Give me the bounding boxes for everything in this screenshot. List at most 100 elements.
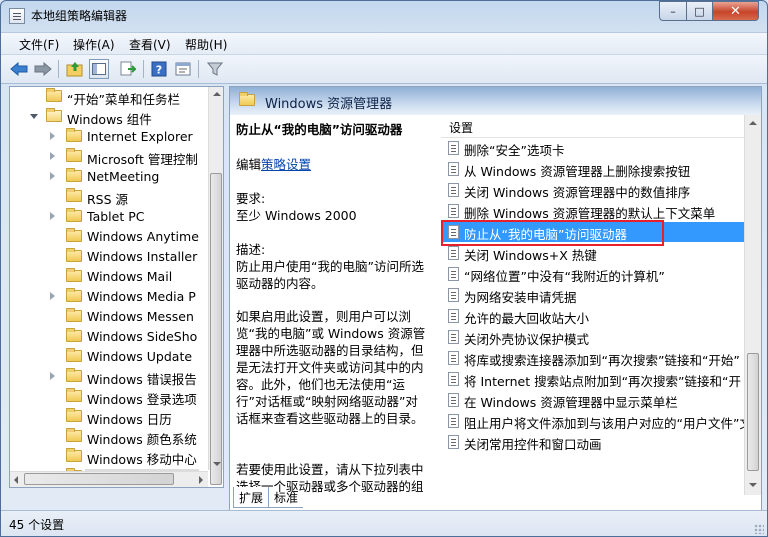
maximize-button[interactable]: □	[686, 1, 713, 21]
collapsed-arrow-icon[interactable]	[50, 132, 55, 140]
title-bar[interactable]: 本地组策略编辑器 – □ ✕	[1, 1, 767, 31]
setting-row[interactable]: “网络位置”中没有“我附近的计算机”	[441, 264, 744, 284]
policy-setting-icon	[448, 267, 459, 281]
tree-item[interactable]: RSS 源	[10, 187, 210, 207]
list-vertical-scrollbar[interactable]	[744, 115, 761, 495]
setting-label: 允许的最大回收站大小	[464, 311, 590, 326]
folder-icon	[66, 168, 82, 182]
scroll-up-arrow-icon[interactable]	[749, 121, 757, 125]
setting-row[interactable]: 将 Internet 搜索站点附加到“再次搜索”链接和“开	[441, 369, 744, 389]
setting-row[interactable]: 删除 Windows 资源管理器的默认上下文菜单	[441, 201, 744, 221]
edit-prefix: 编辑	[236, 157, 262, 172]
scroll-down-arrow-icon[interactable]	[749, 483, 757, 487]
setting-row[interactable]: 允许的最大回收站大小	[441, 306, 744, 326]
menu-view[interactable]: 查看(V)	[129, 36, 171, 53]
menu-file[interactable]: 文件(F)	[19, 36, 59, 53]
tab-extended[interactable]: 扩展	[233, 487, 269, 508]
folder-icon	[66, 408, 82, 422]
menu-action[interactable]: 操作(A)	[73, 36, 115, 53]
column-header-setting[interactable]: 设置	[441, 115, 761, 138]
policy-setting-icon	[448, 309, 459, 323]
navigation-tree[interactable]: “开始”菜单和任务栏 Windows 组件 Internet Explorer Mic…	[9, 86, 224, 488]
tree-item[interactable]: Windows Media P	[10, 287, 210, 307]
setting-row[interactable]: 将库或搜索连接器添加到“再次搜索”链接和“开始”	[441, 348, 744, 368]
policy-setting-icon	[448, 141, 459, 155]
collapsed-arrow-icon[interactable]	[50, 292, 55, 300]
menu-help[interactable]: 帮助(H)	[185, 36, 227, 53]
policy-setting-icon	[448, 288, 459, 302]
tree-vertical-scrollbar[interactable]	[208, 87, 223, 485]
tree-item[interactable]: Windows Anytime	[10, 227, 210, 247]
tree-horizontal-scrollbar[interactable]	[10, 471, 208, 487]
expanded-arrow-icon[interactable]	[30, 114, 38, 119]
back-arrow-icon	[10, 62, 28, 76]
settings-list[interactable]: 设置 删除“安全”选项卡从 Windows 资源管理器上删除搜索按钮 关闭 Win…	[441, 115, 761, 495]
filter-button[interactable]	[205, 59, 225, 79]
tree-item[interactable]: Windows Messen	[10, 307, 210, 327]
tree-hscroll-thumb[interactable]	[24, 473, 174, 485]
tree-item[interactable]: Windows Installer	[10, 247, 210, 267]
minimize-button[interactable]: –	[659, 1, 687, 21]
collapsed-arrow-icon[interactable]	[50, 212, 55, 220]
scroll-right-arrow-icon[interactable]	[199, 476, 203, 484]
list-scroll-thumb[interactable]	[747, 353, 759, 471]
tree-item[interactable]: Internet Explorer	[10, 127, 210, 147]
scroll-down-arrow-icon[interactable]	[213, 462, 221, 466]
tree-item[interactable]: Windows SideSho	[10, 327, 210, 347]
window-title: 本地组策略编辑器	[31, 9, 128, 23]
folder-icon	[66, 368, 82, 382]
scroll-left-arrow-icon[interactable]	[14, 476, 18, 484]
tree-item[interactable]: Windows Update	[10, 347, 210, 367]
tree-item[interactable]: “开始”菜单和任务栏	[10, 87, 210, 107]
tab-standard[interactable]: 标准	[269, 487, 303, 508]
scroll-up-arrow-icon[interactable]	[213, 92, 221, 96]
setting-label: 删除“安全”选项卡	[464, 143, 565, 158]
show-hide-tree-button[interactable]	[89, 59, 109, 79]
back-button[interactable]	[9, 59, 29, 79]
collapsed-arrow-icon[interactable]	[50, 152, 55, 160]
tree-item-label: Windows Update	[87, 349, 193, 364]
folder-icon	[66, 288, 82, 302]
up-one-level-button[interactable]	[65, 59, 85, 79]
show-hide-tree-icon	[92, 63, 106, 75]
tree-item[interactable]: NetMeeting	[10, 167, 210, 187]
setting-row[interactable]: 关闭 Windows+X 热键	[441, 243, 744, 263]
close-button[interactable]: ✕	[712, 1, 759, 21]
tree-item[interactable]: Windows 移动中心	[10, 447, 210, 467]
setting-row[interactable]: 从 Windows 资源管理器上删除搜索按钮	[441, 159, 744, 179]
tree-item[interactable]: Windows 组件	[10, 107, 210, 127]
setting-row[interactable]: 关闭外壳协议保护模式	[441, 327, 744, 347]
setting-label: 关闭常用控件和窗口动画	[464, 437, 602, 452]
settings-count: 45 个设置	[9, 518, 65, 532]
tree-item[interactable]: Windows 错误报告	[10, 367, 210, 387]
tree-item[interactable]: Windows 颜色系统	[10, 427, 210, 447]
tree-item[interactable]: Windows 日历	[10, 407, 210, 427]
setting-row[interactable]: 阻止用户将文件添加到与该用户对应的“用户文件”文	[441, 411, 752, 431]
edit-policy-link[interactable]: 策略设置	[261, 157, 311, 172]
setting-row[interactable]: 关闭 Windows 资源管理器中的数值排序	[441, 180, 744, 200]
setting-row[interactable]: 删除“安全”选项卡	[441, 138, 744, 158]
folder-icon	[66, 128, 82, 142]
setting-row[interactable]: 防止从“我的电脑”访问驱动器	[441, 222, 744, 242]
tree-item[interactable]: Tablet PC	[10, 207, 210, 227]
tree-item-label: Tablet PC	[87, 209, 145, 224]
tree-scroll-thumb[interactable]	[210, 173, 222, 485]
tree-item[interactable]: Windows 登录选项	[10, 387, 210, 407]
filter-icon	[207, 62, 223, 76]
export-list-button[interactable]	[118, 59, 138, 79]
policy-setting-icon	[448, 393, 459, 407]
help-button[interactable]: ?	[149, 59, 169, 79]
description-label: 描述:	[236, 242, 266, 257]
collapsed-arrow-icon[interactable]	[50, 172, 55, 180]
tree-item[interactable]: Microsoft 管理控制	[10, 147, 210, 167]
forward-button[interactable]	[33, 59, 53, 79]
resize-grip-icon[interactable]	[754, 524, 764, 534]
setting-row[interactable]: 在 Windows 资源管理器中显示菜单栏	[441, 390, 744, 410]
folder-icon	[46, 108, 62, 122]
collapsed-arrow-icon[interactable]	[50, 372, 55, 380]
properties-button[interactable]	[173, 59, 193, 79]
setting-row[interactable]: 关闭常用控件和窗口动画	[441, 432, 744, 452]
tree-item-label: Windows 移动中心	[87, 452, 197, 467]
setting-row[interactable]: 为网络安装申请凭据	[441, 285, 744, 305]
tree-item[interactable]: Windows Mail	[10, 267, 210, 287]
